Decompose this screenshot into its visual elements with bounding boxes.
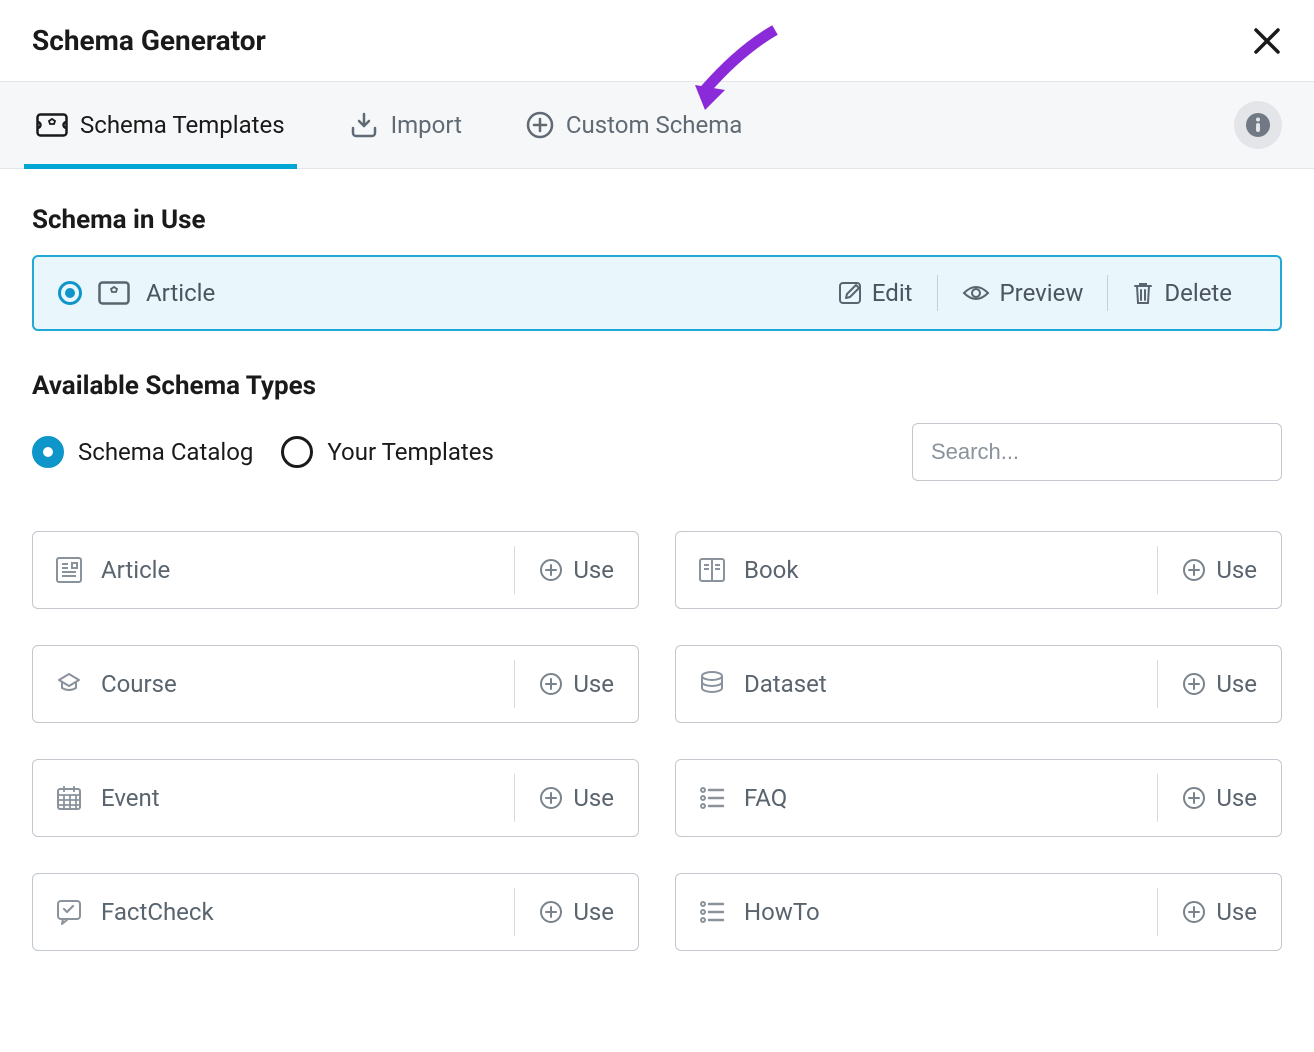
plus-circle-icon <box>1182 900 1206 924</box>
calendar-icon <box>55 784 83 812</box>
book-icon <box>698 556 726 584</box>
radio-unselected-icon <box>281 436 313 468</box>
schema-label: FAQ <box>744 784 787 812</box>
preview-label: Preview <box>1000 279 1084 307</box>
radio-schema-catalog[interactable]: Schema Catalog <box>32 436 253 468</box>
section-title-in-use: Schema in Use <box>32 205 1282 235</box>
schema-label: Dataset <box>744 670 827 698</box>
plus-circle-icon <box>1182 672 1206 696</box>
eye-icon <box>962 283 990 303</box>
plus-circle-icon <box>539 786 563 810</box>
schema-grid: ArticleUseBookUseCourseUseDatasetUseEven… <box>32 531 1282 951</box>
schema-in-use-name: Article <box>146 279 798 307</box>
use-button[interactable]: Use <box>1157 546 1281 594</box>
use-button[interactable]: Use <box>1157 660 1281 708</box>
schema-card-name: HowTo <box>698 898 1157 926</box>
info-icon <box>1246 113 1270 137</box>
use-button[interactable]: Use <box>514 888 638 936</box>
plus-circle-icon <box>539 672 563 696</box>
section-title-available: Available Schema Types <box>32 371 1282 401</box>
use-label: Use <box>1216 784 1257 812</box>
plus-circle-icon <box>1182 558 1206 582</box>
schema-card-name: FAQ <box>698 784 1157 812</box>
plus-circle-icon <box>1182 786 1206 810</box>
schema-label: HowTo <box>744 898 820 926</box>
use-label: Use <box>573 556 614 584</box>
use-button[interactable]: Use <box>514 546 638 594</box>
ticket-icon <box>36 113 68 137</box>
list-icon <box>698 898 726 926</box>
schema-card: Event Use <box>32 759 639 837</box>
use-label: Use <box>1216 556 1257 584</box>
import-icon <box>349 112 379 138</box>
delete-button[interactable]: Delete <box>1107 275 1256 311</box>
schema-card: Article Use <box>32 531 639 609</box>
schema-label: Article <box>101 556 170 584</box>
ticket-icon <box>98 281 130 305</box>
article-icon <box>55 556 83 584</box>
edit-icon <box>838 281 862 305</box>
schema-card-name: Article <box>55 556 514 584</box>
card-actions: Edit Preview Delete <box>814 275 1256 311</box>
delete-label: Delete <box>1164 279 1232 307</box>
schema-label: FactCheck <box>101 898 214 926</box>
tab-schema-templates[interactable]: Schema Templates <box>24 82 297 168</box>
use-label: Use <box>573 784 614 812</box>
edit-button[interactable]: Edit <box>814 275 937 311</box>
schema-in-use-card[interactable]: Article Edit Preview Delete <box>32 255 1282 331</box>
close-button[interactable] <box>1252 26 1282 56</box>
use-button[interactable]: Use <box>514 774 638 822</box>
tab-import[interactable]: Import <box>337 82 474 168</box>
radio-label: Your Templates <box>327 438 493 466</box>
tab-label: Schema Templates <box>80 111 285 139</box>
use-button[interactable]: Use <box>1157 774 1281 822</box>
plus-circle-icon <box>539 900 563 924</box>
filter-row: Schema Catalog Your Templates <box>32 423 1282 481</box>
plus-circle-icon <box>539 558 563 582</box>
schema-card: FAQ Use <box>675 759 1282 837</box>
schema-label: Book <box>744 556 799 584</box>
trash-icon <box>1132 281 1154 305</box>
edit-label: Edit <box>872 279 913 307</box>
schema-card: Book Use <box>675 531 1282 609</box>
info-button[interactable] <box>1234 101 1282 149</box>
tabs-bar: Schema Templates Import Custom Schema <box>0 81 1314 169</box>
database-icon <box>698 670 726 698</box>
radio-selected-icon <box>58 281 82 305</box>
page-title: Schema Generator <box>32 24 266 57</box>
plus-circle-icon <box>526 111 554 139</box>
schema-card-name: Course <box>55 670 514 698</box>
schema-card-name: FactCheck <box>55 898 514 926</box>
use-button[interactable]: Use <box>1157 888 1281 936</box>
search-input[interactable] <box>912 423 1282 481</box>
tab-label: Import <box>391 111 462 139</box>
use-label: Use <box>573 898 614 926</box>
use-label: Use <box>1216 898 1257 926</box>
schema-label: Event <box>101 784 160 812</box>
schema-card: HowTo Use <box>675 873 1282 951</box>
schema-card: Dataset Use <box>675 645 1282 723</box>
graduation-icon <box>55 670 83 698</box>
schema-card-name: Dataset <box>698 670 1157 698</box>
header: Schema Generator <box>0 0 1314 81</box>
use-label: Use <box>1216 670 1257 698</box>
schema-card: FactCheck Use <box>32 873 639 951</box>
tab-label: Custom Schema <box>566 111 742 139</box>
schema-card: Course Use <box>32 645 639 723</box>
schema-label: Course <box>101 670 177 698</box>
tab-custom-schema[interactable]: Custom Schema <box>514 82 754 168</box>
use-button[interactable]: Use <box>514 660 638 708</box>
close-icon <box>1252 26 1282 56</box>
radio-your-templates[interactable]: Your Templates <box>281 436 493 468</box>
radio-label: Schema Catalog <box>78 438 253 466</box>
radio-selected-icon <box>32 436 64 468</box>
schema-card-name: Event <box>55 784 514 812</box>
list-icon <box>698 784 726 812</box>
check-chat-icon <box>55 898 83 926</box>
use-label: Use <box>573 670 614 698</box>
preview-button[interactable]: Preview <box>937 275 1108 311</box>
schema-card-name: Book <box>698 556 1157 584</box>
